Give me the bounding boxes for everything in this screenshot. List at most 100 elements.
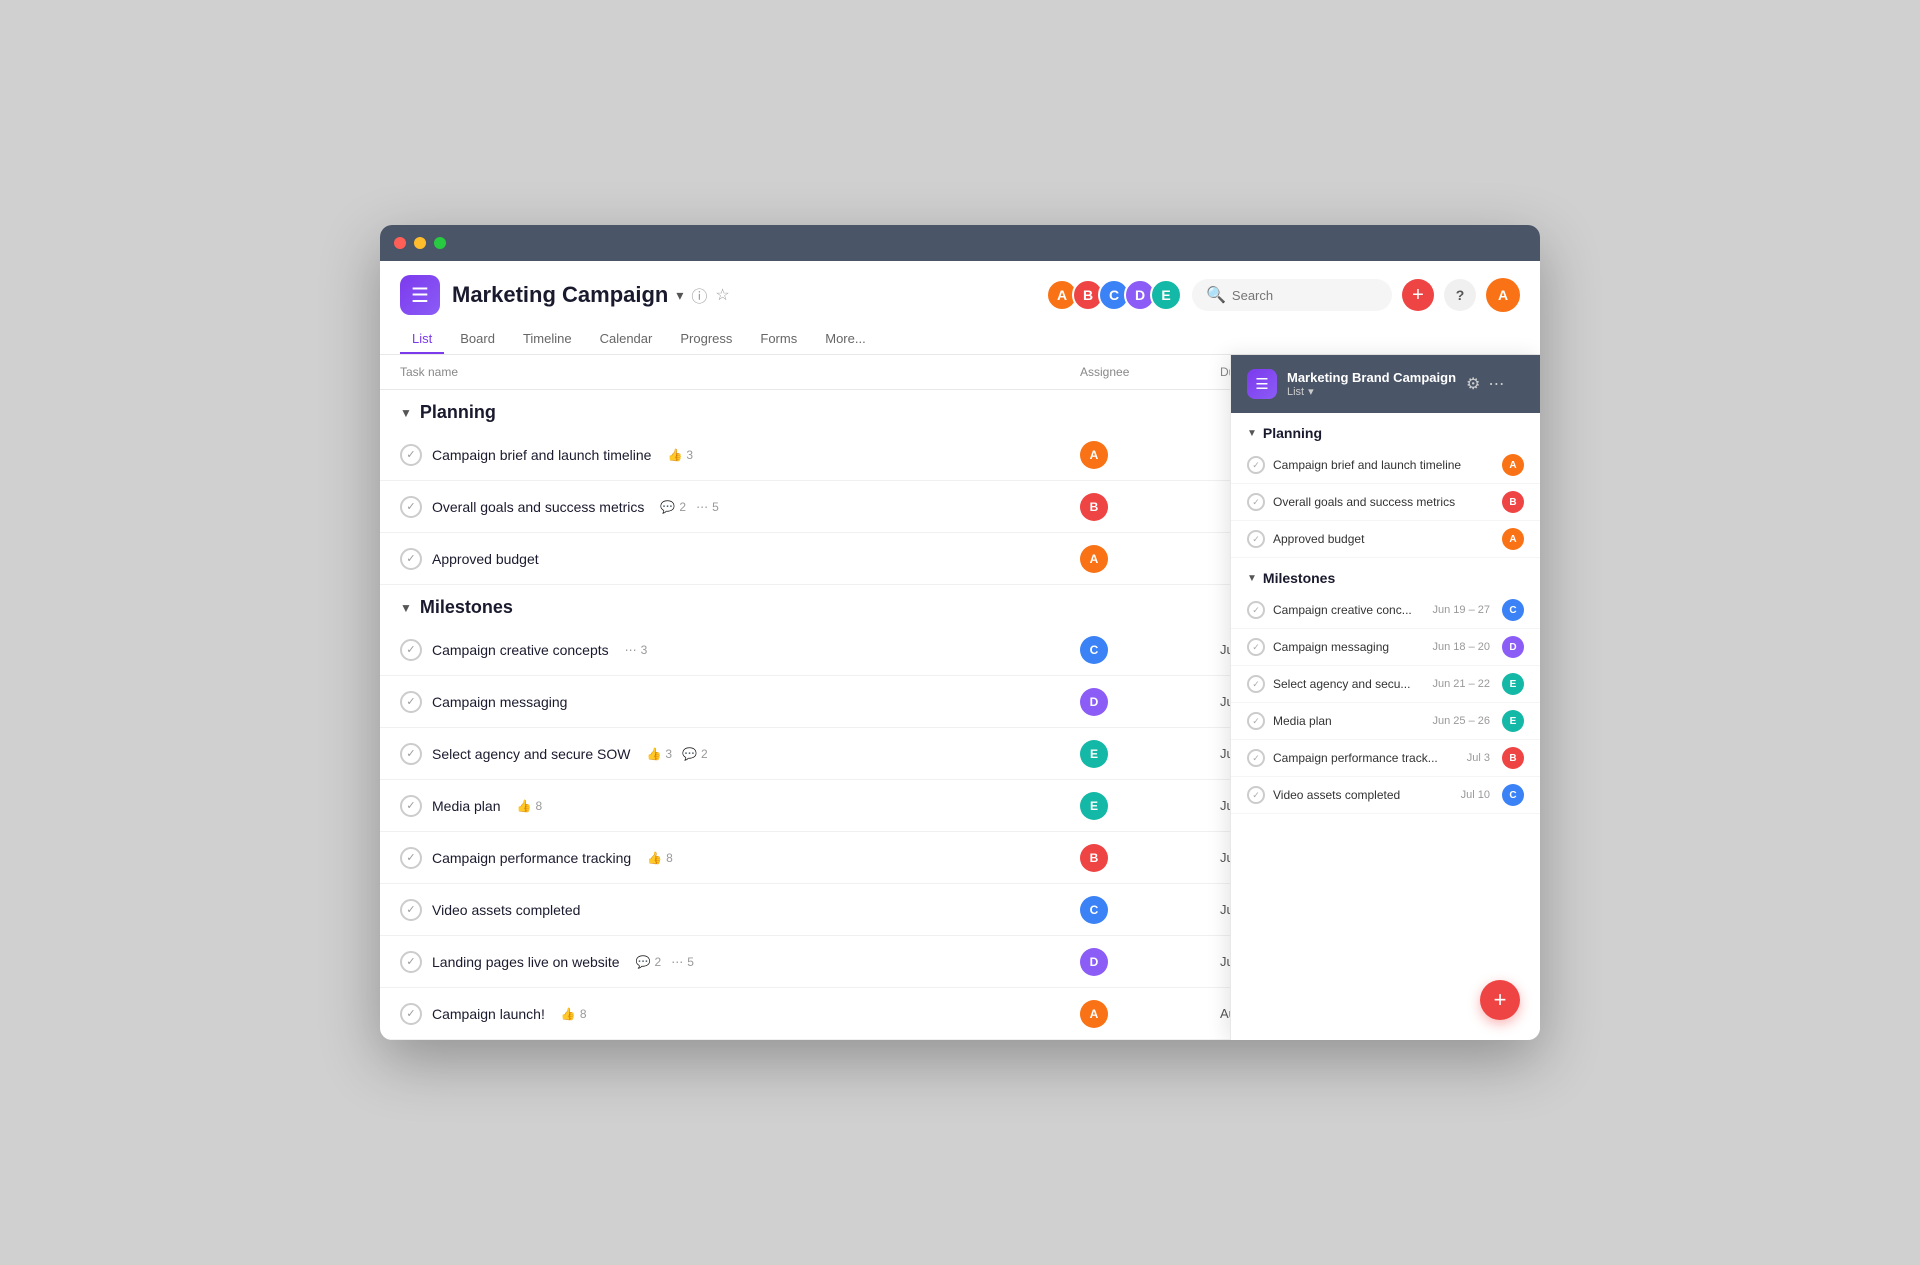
mini-panel: ☰ Marketing Brand Campaign List ▾ ⚙ ⋯ ▼ [1230,355,1540,1040]
info-icon[interactable]: ⓘ [691,283,707,307]
mini-task-avatar: A [1502,454,1524,476]
close-button[interactable] [394,237,406,249]
section-toggle-icon[interactable]: ▼ [400,601,412,615]
mini-panel-header: ☰ Marketing Brand Campaign List ▾ ⚙ ⋯ [1231,355,1540,413]
task-assignee-avatar: B [1080,844,1108,872]
add-button[interactable]: + [1402,279,1434,311]
task-name: Approved budget [432,551,539,567]
tab-list[interactable]: List [400,325,444,354]
mini-task-check[interactable]: ✓ [1247,675,1265,693]
task-check-icon[interactable]: ✓ [400,899,422,921]
section-title: Milestones [420,597,513,618]
chevron-down-icon[interactable]: ▾ [676,287,683,304]
section-title: Planning [420,402,496,423]
task-check-icon[interactable]: ✓ [400,743,422,765]
mini-task-name: Video assets completed [1273,788,1453,802]
list-item: ✓ Select agency and secu... Jun 21 – 22 … [1231,666,1540,703]
section-toggle-icon[interactable]: ▼ [400,406,412,420]
task-check-icon[interactable]: ✓ [400,496,422,518]
project-info: Marketing Campaign ▾ ⓘ ☆ [452,282,730,308]
search-bar[interactable]: 🔍 [1192,279,1392,311]
like-count: 👍8 [647,851,673,865]
header-left: ☰ Marketing Campaign ▾ ⓘ ☆ [400,275,730,315]
user-avatar[interactable]: A [1486,278,1520,312]
mini-task-avatar: D [1502,636,1524,658]
mini-section-toggle-icon[interactable]: ▼ [1247,428,1257,439]
team-avatars: A B C D E [1052,279,1182,311]
col-assignee: Assignee [1080,365,1220,379]
mini-section-title: Milestones [1263,570,1335,586]
like-count: 👍3 [667,448,693,462]
task-check-icon[interactable]: ✓ [400,847,422,869]
mini-task-avatar: E [1502,710,1524,732]
search-input[interactable] [1232,288,1382,303]
task-check-icon[interactable]: ✓ [400,444,422,466]
mini-task-date: Jun 19 – 27 [1433,604,1491,616]
mini-task-name: Approved budget [1273,532,1494,546]
mini-task-avatar: A [1502,528,1524,550]
task-name: Video assets completed [432,902,580,918]
mini-task-check[interactable]: ✓ [1247,749,1265,767]
tab-board[interactable]: Board [448,325,507,354]
mini-task-check[interactable]: ✓ [1247,786,1265,804]
list-item: ✓ Campaign performance track... Jul 3 B [1231,740,1540,777]
mini-task-date: Jun 18 – 20 [1433,641,1491,653]
task-check-icon[interactable]: ✓ [400,639,422,661]
task-name: Campaign performance tracking [432,850,631,866]
mini-task-name: Campaign performance track... [1273,751,1459,765]
subtask-count: ⋯5 [696,500,719,514]
mini-task-check[interactable]: ✓ [1247,456,1265,474]
col-task-name: Task name [400,365,1080,379]
subtask-count: ⋯5 [671,955,694,969]
task-assignee-avatar: B [1080,493,1108,521]
avatar: E [1150,279,1182,311]
mini-section-toggle-icon[interactable]: ▼ [1247,573,1257,584]
tab-forms[interactable]: Forms [748,325,809,354]
task-name: Select agency and secure SOW [432,746,630,762]
task-check-icon[interactable]: ✓ [400,691,422,713]
mini-panel-title: Marketing Brand Campaign [1287,370,1456,385]
fab-add-button[interactable]: + [1480,980,1520,1020]
task-assignee-avatar: D [1080,948,1108,976]
mini-section-title: Planning [1263,425,1322,441]
mini-task-check[interactable]: ✓ [1247,493,1265,511]
tab-timeline[interactable]: Timeline [511,325,584,354]
mini-task-avatar: C [1502,599,1524,621]
help-button[interactable]: ? [1444,279,1476,311]
task-name: Overall goals and success metrics [432,499,644,515]
list-item: ✓ Approved budget A [1231,521,1540,558]
list-item: ✓ Overall goals and success metrics B [1231,484,1540,521]
minimize-button[interactable] [414,237,426,249]
mini-panel-more-button[interactable]: ⋯ [1488,374,1504,394]
mini-task-name: Campaign brief and launch timeline [1273,458,1494,472]
task-assignee-avatar: C [1080,896,1108,924]
app-window: ☰ Marketing Campaign ▾ ⓘ ☆ A B C D E [380,225,1540,1040]
tab-progress[interactable]: Progress [668,325,744,354]
header: ☰ Marketing Campaign ▾ ⓘ ☆ A B C D E [380,261,1540,355]
mini-task-name: Select agency and secu... [1273,677,1425,691]
mini-task-check[interactable]: ✓ [1247,530,1265,548]
mini-task-check[interactable]: ✓ [1247,638,1265,656]
tab-calendar[interactable]: Calendar [588,325,665,354]
maximize-button[interactable] [434,237,446,249]
mini-task-name: Media plan [1273,714,1425,728]
mini-task-date: Jul 3 [1467,752,1490,764]
task-check-icon[interactable]: ✓ [400,795,422,817]
star-icon[interactable]: ☆ [715,285,729,305]
mini-panel-settings-button[interactable]: ⚙ [1466,374,1480,394]
task-assignee-avatar: A [1080,545,1108,573]
list-item: ✓ Campaign messaging Jun 18 – 20 D [1231,629,1540,666]
task-check-icon[interactable]: ✓ [400,1003,422,1025]
task-name: Campaign launch! [432,1006,545,1022]
mini-panel-icon: ☰ [1247,369,1277,399]
task-name: Campaign creative concepts [432,642,609,658]
mini-task-check[interactable]: ✓ [1247,712,1265,730]
subtask-count: ⋯3 [625,643,648,657]
mini-task-check[interactable]: ✓ [1247,601,1265,619]
comment-count: 💬2 [660,500,686,514]
mini-task-name: Campaign creative conc... [1273,603,1425,617]
task-check-icon[interactable]: ✓ [400,951,422,973]
tab-more[interactable]: More... [813,325,877,354]
list-item: ✓ Campaign brief and launch timeline A [1231,447,1540,484]
task-check-icon[interactable]: ✓ [400,548,422,570]
